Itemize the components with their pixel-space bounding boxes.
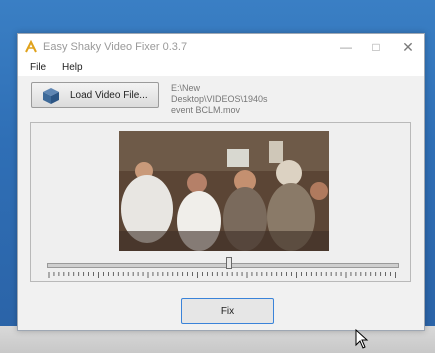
menu-file[interactable]: File [30, 62, 46, 73]
timeline-ticks [48, 272, 396, 278]
mouse-cursor-icon [355, 329, 369, 349]
close-button[interactable]: ✕ [396, 38, 420, 56]
menu-bar: File Help [18, 60, 424, 76]
preview-panel [30, 122, 411, 282]
file-path-line: Desktop\VIDEOS\1940s [171, 94, 268, 104]
file-path-line: E:\New [171, 83, 201, 93]
timeline-slider-thumb[interactable] [226, 257, 232, 269]
app-window: Easy Shaky Video Fixer 0.3.7 — □ ✕ File … [17, 33, 425, 349]
video-preview [119, 131, 329, 251]
minimize-button[interactable]: — [334, 38, 358, 56]
open-file-icon [43, 88, 59, 104]
fix-button[interactable]: Fix [181, 298, 274, 324]
fix-label: Fix [220, 306, 235, 317]
load-video-label: Load Video File... [70, 90, 148, 101]
menu-help[interactable]: Help [62, 62, 83, 73]
app-icon [25, 40, 37, 53]
load-video-button[interactable]: Load Video File... [31, 82, 159, 108]
file-path-text: E:\New Desktop\VIDEOS\1940s event BCLM.m… [171, 83, 291, 116]
title-bar[interactable]: Easy Shaky Video Fixer 0.3.7 — □ ✕ [18, 34, 424, 61]
timeline-slider-track[interactable] [47, 263, 399, 268]
video-frame-image [119, 131, 329, 251]
maximize-button[interactable]: □ [364, 38, 388, 56]
window-title: Easy Shaky Video Fixer 0.3.7 [43, 41, 188, 53]
file-path-line: event BCLM.mov [171, 105, 241, 115]
